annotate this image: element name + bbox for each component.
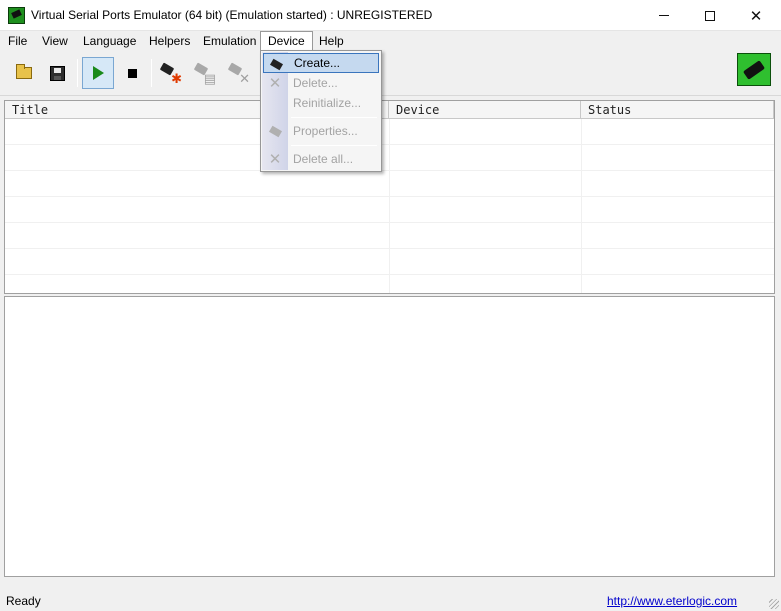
delete-device-button[interactable]: ✕ [223, 57, 255, 89]
save-button[interactable] [41, 57, 73, 89]
toolbar: ✱ ▤ ✕ [0, 51, 781, 96]
serial-connector-logo-icon [737, 53, 771, 86]
column-divider [581, 119, 582, 293]
stop-emulation-button[interactable] [116, 57, 148, 89]
menu-item-label: Properties... [293, 124, 358, 138]
menu-item-create[interactable]: Create... [263, 53, 379, 73]
column-divider [389, 119, 390, 293]
delete-x-icon: ✕ [268, 74, 282, 92]
save-disk-icon [49, 65, 65, 81]
maximize-button[interactable] [687, 0, 733, 31]
open-folder-icon [16, 64, 32, 79]
serial-plug-icon[interactable] [8, 7, 25, 24]
menu-emulation[interactable]: Emulation [196, 31, 263, 51]
menu-item-properties[interactable]: Properties... [263, 121, 379, 141]
log-panel[interactable] [4, 296, 775, 577]
start-emulation-button[interactable] [82, 57, 114, 89]
create-device-icon [268, 56, 284, 72]
menu-device[interactable]: Device [260, 31, 313, 51]
delete-device-icon: ✕ [227, 62, 250, 85]
close-icon: ✕ [749, 6, 763, 25]
stop-icon [127, 68, 137, 78]
close-button[interactable]: ✕ [733, 0, 779, 31]
menu-help[interactable]: Help [312, 31, 351, 51]
menu-language[interactable]: Language [76, 31, 143, 51]
column-header-status[interactable]: Status [581, 101, 774, 119]
maximize-icon [705, 10, 715, 21]
open-button[interactable] [8, 57, 40, 89]
create-device-button[interactable]: ✱ [155, 57, 187, 89]
menu-item-label: Delete all... [293, 152, 354, 166]
device-properties-icon: ▤ [193, 62, 216, 85]
website-link[interactable]: http://www.eterlogic.com [607, 594, 737, 608]
menu-item-label: Reinitialize... [293, 96, 362, 110]
status-text: Ready [6, 594, 41, 608]
delete-all-icon: ✕ [268, 150, 282, 168]
toolbar-separator [77, 59, 78, 87]
menu-bar: File View Language Helpers Emulation Dev… [0, 31, 781, 51]
menu-item-label: Delete... [293, 76, 338, 90]
title-bar: Virtual Serial Ports Emulator (64 bit) (… [0, 0, 781, 31]
menu-item-delete-all[interactable]: ✕ Delete all... [263, 149, 379, 169]
menu-separator [291, 145, 377, 146]
device-menu-dropdown: Create... ✕ Delete... Reinitialize... Pr… [260, 50, 382, 172]
menu-item-reinitialize[interactable]: Reinitialize... [263, 93, 379, 113]
device-properties-icon [267, 123, 283, 139]
create-device-icon: ✱ [159, 62, 182, 85]
toolbar-separator [151, 59, 152, 87]
device-properties-button[interactable]: ▤ [189, 57, 221, 89]
menu-item-delete[interactable]: ✕ Delete... [263, 73, 379, 93]
menu-item-label: Create... [294, 56, 341, 70]
column-header-device[interactable]: Device [389, 101, 581, 119]
minimize-button[interactable] [641, 0, 687, 31]
status-bar: Ready http://www.eterlogic.com [0, 590, 781, 611]
menu-helpers[interactable]: Helpers [142, 31, 197, 51]
resize-grip-icon[interactable] [769, 599, 779, 609]
menu-separator [291, 117, 377, 118]
menu-file[interactable]: File [1, 31, 34, 51]
menu-view[interactable]: View [35, 31, 75, 51]
minimize-icon [659, 15, 669, 16]
window-title: Virtual Serial Ports Emulator (64 bit) (… [31, 8, 433, 22]
play-icon [92, 66, 104, 80]
device-table[interactable]: Title Device Status [4, 100, 775, 294]
